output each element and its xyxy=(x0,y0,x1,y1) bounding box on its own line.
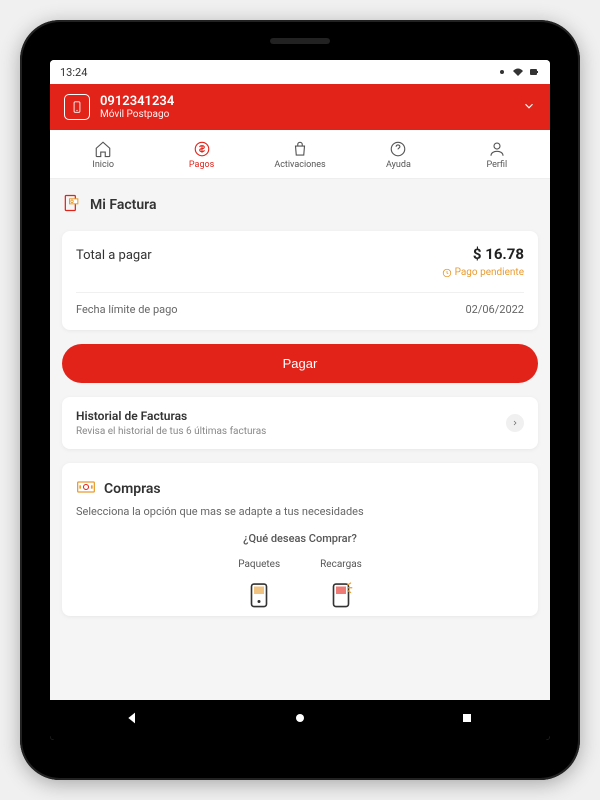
tab-inicio[interactable]: Inicio xyxy=(54,140,152,170)
account-header[interactable]: 0912341234 Móvil Postpago xyxy=(50,84,550,130)
pay-button[interactable]: Pagar xyxy=(62,344,538,383)
clock-icon xyxy=(442,268,452,278)
chevron-down-icon[interactable] xyxy=(522,98,536,117)
battery-icon xyxy=(528,66,540,78)
phone-icon xyxy=(64,94,90,120)
tab-activaciones[interactable]: Activaciones xyxy=(251,140,349,170)
compras-card: Compras Selecciona la opción que mas se … xyxy=(62,463,538,616)
due-label: Fecha límite de pago xyxy=(76,303,178,316)
tab-label: Inicio xyxy=(92,160,114,170)
chevron-right-icon xyxy=(506,414,524,432)
header-plan-name: Móvil Postpago xyxy=(100,109,512,120)
signal-icon xyxy=(496,66,508,78)
tab-label: Pagos xyxy=(189,160,214,170)
option-label: Recargas xyxy=(320,559,362,570)
recargas-icon xyxy=(323,576,359,612)
option-recargas[interactable]: Recargas xyxy=(320,559,362,612)
compras-question: ¿Qué deseas Comprar? xyxy=(76,532,524,545)
due-date: 02/06/2022 xyxy=(465,303,524,316)
compras-subtitle: Selecciona la opción que mas se adapte a… xyxy=(76,505,524,518)
history-subtitle: Revisa el historial de tus 6 últimas fac… xyxy=(76,426,266,437)
android-navbar xyxy=(50,700,550,740)
paquetes-icon xyxy=(241,576,277,612)
nav-home-button[interactable] xyxy=(292,710,308,730)
nav-recent-button[interactable] xyxy=(459,710,475,730)
status-icons xyxy=(496,66,540,78)
tab-ayuda[interactable]: Ayuda xyxy=(349,140,447,170)
section-title-text: Compras xyxy=(104,481,161,497)
status-time: 13:24 xyxy=(60,66,87,79)
invoice-card: Total a pagar $ 16.78 Pago pendiente Fec… xyxy=(62,231,538,330)
option-paquetes[interactable]: Paquetes xyxy=(238,559,280,612)
status-bar: 13:24 xyxy=(50,60,550,84)
total-amount: $ 16.78 xyxy=(473,245,524,263)
history-title: Historial de Facturas xyxy=(76,409,266,423)
tab-label: Ayuda xyxy=(386,160,411,170)
main-content: Mi Factura Total a pagar $ 16.78 Pago pe… xyxy=(50,179,550,700)
pending-label: Pago pendiente xyxy=(455,267,524,278)
tab-perfil[interactable]: Perfil xyxy=(448,140,546,170)
compras-icon xyxy=(76,477,96,501)
history-card[interactable]: Historial de Facturas Revisa el historia… xyxy=(62,397,538,449)
tab-label: Perfil xyxy=(487,160,508,170)
option-label: Paquetes xyxy=(238,559,280,570)
compras-section-title: Compras xyxy=(76,477,524,501)
nav-back-button[interactable] xyxy=(125,710,141,730)
tab-label: Activaciones xyxy=(274,160,325,170)
nav-tabs: Inicio Pagos Activaciones Ayuda Perfil xyxy=(50,130,550,179)
invoice-section-title: Mi Factura xyxy=(62,193,538,217)
header-phone-number: 0912341234 xyxy=(100,94,512,109)
wifi-icon xyxy=(512,66,524,78)
invoice-icon xyxy=(62,193,82,217)
section-title-text: Mi Factura xyxy=(90,197,157,213)
pending-status: Pago pendiente xyxy=(76,267,524,278)
tab-pagos[interactable]: Pagos xyxy=(152,140,250,170)
total-label: Total a pagar xyxy=(76,248,152,263)
